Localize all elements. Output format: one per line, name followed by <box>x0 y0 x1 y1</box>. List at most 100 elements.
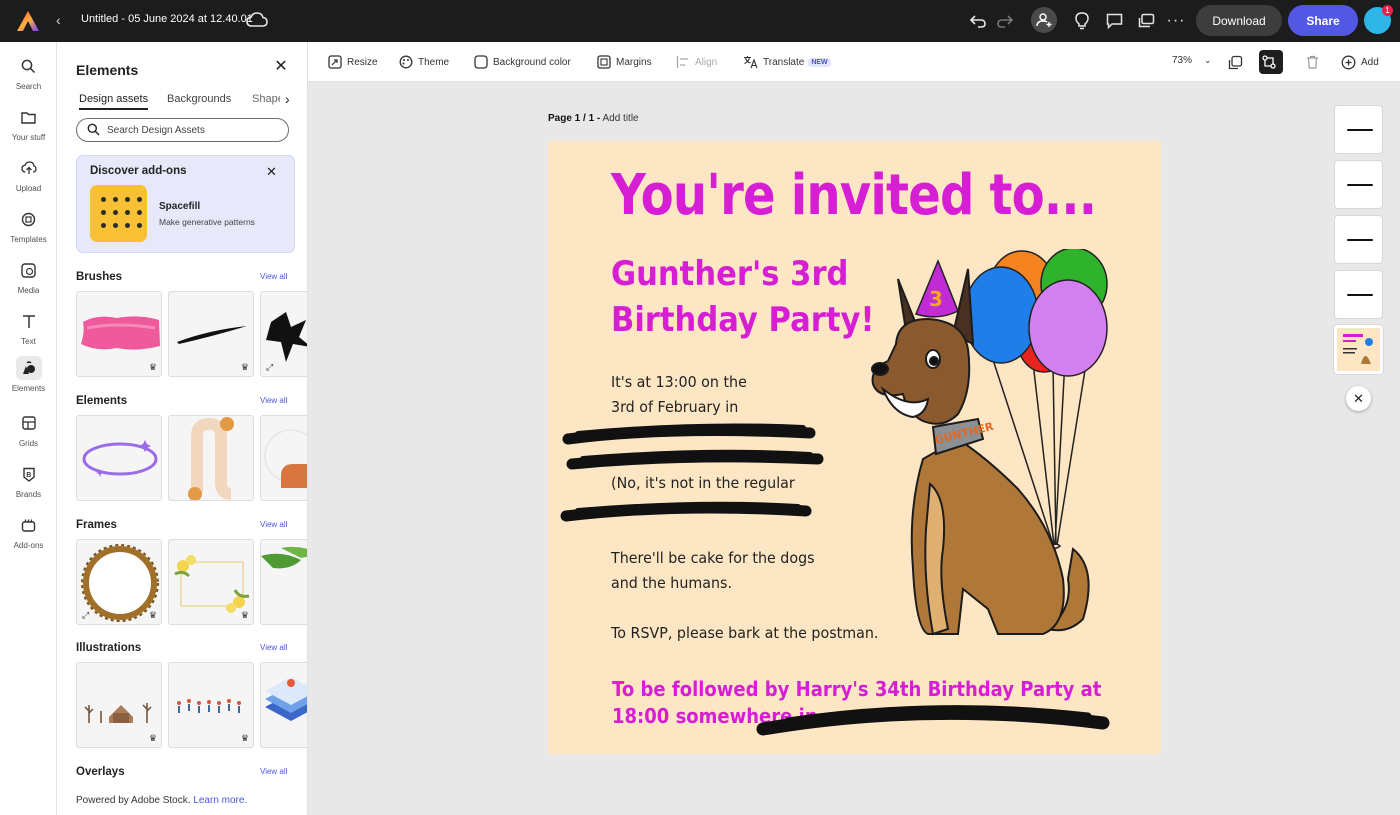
chevron-down-icon[interactable]: ⌄ <box>1204 55 1212 66</box>
tab-design-assets[interactable]: Design assets <box>79 93 149 110</box>
search-input[interactable] <box>107 122 282 138</box>
rail-item-your-stuff[interactable]: Your stuff <box>0 105 57 142</box>
close-icon[interactable]: ✕ <box>266 164 277 180</box>
zoom-level[interactable]: 73% <box>1172 55 1192 66</box>
tab-backgrounds[interactable]: Backgrounds <box>167 93 231 105</box>
body-line-date[interactable]: 3rd of February in <box>611 398 738 416</box>
spacefill-icon[interactable] <box>90 185 147 242</box>
rail-label: Brands <box>15 490 42 499</box>
resize-icon: ⤢ <box>266 362 274 372</box>
footer-line-1[interactable]: To be followed by Harry's 34th Birthday … <box>612 677 1101 701</box>
page-thumb-2[interactable] <box>1334 160 1383 209</box>
arrange-button[interactable] <box>1259 50 1283 74</box>
align-button[interactable]: Align <box>676 55 717 69</box>
theme-button[interactable]: Theme <box>399 55 449 69</box>
artboard[interactable]: You're invited to... Gunther's 3rd Birth… <box>548 141 1161 754</box>
footer-line-2[interactable]: 18:00 somewhere in <box>612 704 818 728</box>
back-chevron-icon[interactable]: ‹ <box>56 12 61 28</box>
illustration-thumb-house[interactable]: ♛ <box>76 662 162 748</box>
align-icon <box>676 56 688 68</box>
resize-button[interactable]: Resize <box>328 55 378 69</box>
page-thumb-current[interactable] <box>1334 325 1383 374</box>
notification-badge[interactable]: 1 <box>1382 5 1393 16</box>
panel-title: Elements <box>76 62 139 78</box>
close-icon[interactable]: ✕ <box>1346 386 1371 411</box>
translate-label: Translate <box>763 56 805 68</box>
body-line-time[interactable]: It's at 13:00 on the <box>611 373 747 391</box>
elements-panel: Elements ✕ Design assets Backgrounds Sha… <box>57 42 308 815</box>
invite-subhead-line-1[interactable]: Gunther's 3rd <box>611 251 848 297</box>
learn-more-link[interactable]: Learn more. <box>193 795 247 806</box>
resize-label: Resize <box>347 56 378 68</box>
element-thumb-squiggle[interactable] <box>168 415 254 501</box>
view-all-link[interactable]: View all <box>260 520 287 529</box>
view-all-link[interactable]: View all <box>260 272 287 281</box>
rail-item-elements[interactable]: Elements <box>0 356 57 393</box>
discover-addons-card[interactable]: Discover add-ons ✕ Spacefill Make genera… <box>76 155 295 253</box>
page-thumb-1[interactable] <box>1334 105 1383 154</box>
rail-item-upload[interactable]: Upload <box>0 156 57 193</box>
layers-button[interactable] <box>1226 50 1250 74</box>
add-button[interactable]: Add <box>1341 55 1379 70</box>
redo-icon[interactable] <box>995 11 1015 31</box>
more-options-icon[interactable]: ··· <box>1166 11 1186 31</box>
delete-button[interactable] <box>1303 50 1327 74</box>
cloud-sync-icon[interactable] <box>246 11 268 29</box>
rail-item-text[interactable]: Text <box>0 309 57 346</box>
section-title-overlays: Overlays <box>76 766 125 778</box>
page-thumb-3[interactable] <box>1334 215 1383 264</box>
share-button[interactable]: Share <box>1288 5 1358 36</box>
element-thumb-ring[interactable] <box>76 415 162 501</box>
translate-button[interactable]: Translate NEW <box>743 55 831 69</box>
rail-label: Your stuff <box>11 133 46 142</box>
dog-balloons-illustration[interactable]: 3 GUNTHER <box>868 249 1118 654</box>
illustration-thumb-people[interactable]: ♛ <box>168 662 254 748</box>
search-field[interactable] <box>76 118 289 142</box>
page-thumb-4[interactable] <box>1334 270 1383 319</box>
margins-icon <box>597 55 611 69</box>
close-icon[interactable]: ✕ <box>273 59 289 75</box>
invite-headline[interactable]: You're invited to... <box>611 163 1097 228</box>
add-title-link[interactable]: Add title <box>602 113 638 124</box>
rail-item-templates[interactable]: Templates <box>0 207 57 244</box>
frame-thumb-ornate[interactable]: ⤢ ♛ <box>76 539 162 625</box>
comment-icon[interactable] <box>1104 11 1124 31</box>
margins-button[interactable]: Margins <box>597 55 652 69</box>
view-all-link[interactable]: View all <box>260 643 287 652</box>
body-line-humans[interactable]: and the humans. <box>611 574 732 592</box>
rail-item-media[interactable]: Media <box>0 258 57 295</box>
document-title[interactable]: Untitled - 05 June 2024 at 12.40.01 <box>81 13 253 25</box>
element-thumb-shape[interactable] <box>260 415 307 501</box>
invite-subhead-line-2[interactable]: Birthday Party! <box>611 297 874 343</box>
download-button[interactable]: Download <box>1196 5 1282 36</box>
addon-name[interactable]: Spacefill <box>159 201 200 212</box>
rail-item-brands[interactable]: B Brands <box>0 462 57 499</box>
tab-shapes[interactable]: Shapes <box>252 93 280 105</box>
templates-icon <box>16 207 42 231</box>
frame-thumb-leaves[interactable] <box>260 539 307 625</box>
brush-thumb-stroke[interactable]: ♛ <box>168 291 254 377</box>
premium-icon: ♛ <box>240 733 249 743</box>
body-line-regular[interactable]: (No, it's not in the regular <box>611 474 795 492</box>
body-line-rsvp[interactable]: To RSVP, please bark at the postman. <box>611 624 878 642</box>
view-all-link[interactable]: View all <box>260 396 287 405</box>
brush-thumb-splatter[interactable]: ⤢ <box>260 291 307 377</box>
undo-icon[interactable] <box>968 11 988 31</box>
adobe-express-logo[interactable] <box>16 10 40 32</box>
lightbulb-icon[interactable] <box>1072 11 1092 31</box>
present-icon[interactable] <box>1136 11 1156 31</box>
rail-item-grids[interactable]: Grids <box>0 411 57 448</box>
body-line-cake[interactable]: There'll be cake for the dogs <box>611 549 815 567</box>
align-label: Align <box>695 56 718 68</box>
frame-thumb-floral[interactable]: ♛ <box>168 539 254 625</box>
rail-item-search[interactable]: Search <box>0 54 57 91</box>
premium-icon: ♛ <box>148 733 157 743</box>
brush-thumb-pink[interactable]: ♛ <box>76 291 162 377</box>
rail-item-add-ons[interactable]: Add-ons <box>0 513 57 550</box>
invite-user-icon[interactable] <box>1031 7 1057 33</box>
chevron-right-icon[interactable]: › <box>285 91 290 107</box>
illustration-thumb-layers[interactable] <box>260 662 307 748</box>
upload-icon <box>16 156 42 180</box>
background-color-button[interactable]: Background color <box>474 55 571 69</box>
view-all-link[interactable]: View all <box>260 767 287 776</box>
